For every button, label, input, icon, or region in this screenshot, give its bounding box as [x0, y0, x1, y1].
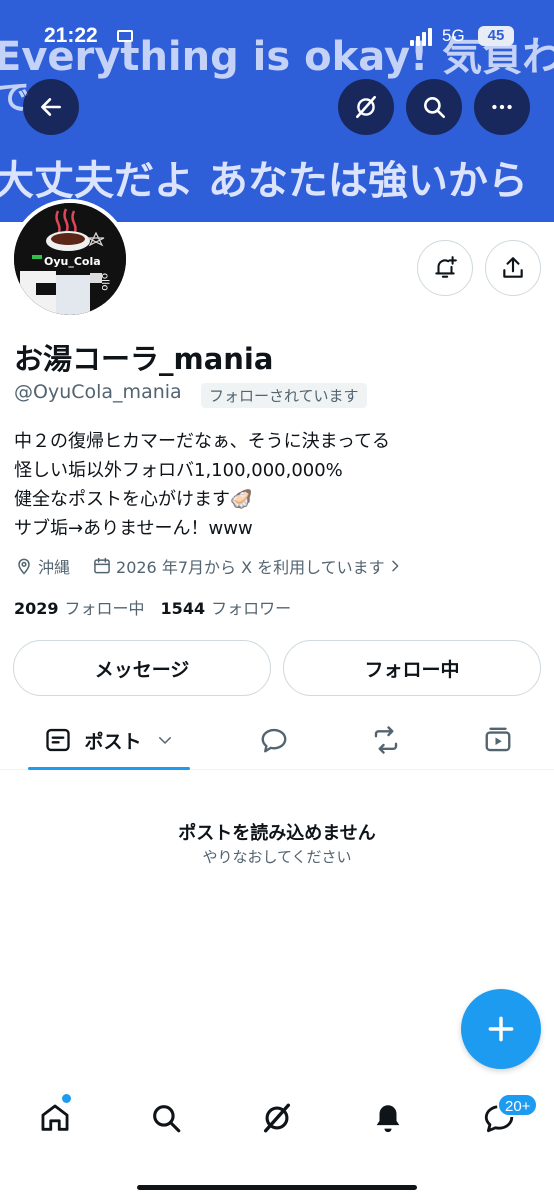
back-button[interactable]: [23, 79, 79, 135]
followers-count-link[interactable]: 1544 フォロワー: [161, 595, 292, 619]
handle: @OyuCola_mania: [14, 381, 182, 403]
empty-state-title: ポストを読み込めません: [178, 823, 376, 844]
plus-icon: [488, 1016, 514, 1042]
tab-reposts[interactable]: [360, 710, 412, 770]
bio-line: サブ垢→ありませーん！www: [14, 518, 253, 539]
profile-meta: 沖縄 2026 年7月から X を利用しています: [14, 554, 403, 578]
tab-media[interactable]: [472, 710, 524, 770]
following-count-link[interactable]: 2029 フォロー中: [14, 595, 145, 619]
status-bar: 21:22 5G 45: [0, 22, 554, 52]
banner-text-line-3: 大丈夫だよ あなたは強いから: [0, 158, 528, 204]
network-label: 5G: [442, 26, 465, 45]
bio-line: 健全なポストを心がけます🦪: [14, 489, 253, 510]
tab-replies[interactable]: [248, 710, 300, 770]
tab-posts-label: ポスト: [84, 730, 142, 753]
bio: 中２の復帰ヒカマーだなぁ、そうに決まってる 怪しい垢以外フォロバ1,100,00…: [14, 427, 390, 543]
message-button[interactable]: メッセージ: [13, 640, 271, 696]
display-name: お湯コーラ_mania: [14, 342, 274, 376]
bio-line: 中２の復帰ヒカマーだなぁ、そうに決まってる: [14, 431, 391, 452]
tab-posts[interactable]: ポスト: [28, 710, 190, 770]
avatar-side-text: ollo: [99, 273, 110, 291]
follows-you-badge: フォローされています: [201, 383, 367, 408]
more-button[interactable]: [474, 79, 530, 135]
nav-home[interactable]: [31, 1094, 79, 1142]
bell-icon: [376, 1105, 400, 1133]
bottom-nav: [0, 1078, 554, 1158]
avatar-caption: Oyu_Cola: [44, 255, 101, 268]
battery-indicator: 45: [478, 26, 514, 46]
chevron-right-icon: [391, 560, 399, 572]
status-time: 21:22: [44, 24, 98, 47]
nav-search[interactable]: [142, 1094, 190, 1142]
home-icon: [41, 1104, 69, 1131]
posts-icon: [46, 728, 71, 752]
notify-button[interactable]: [417, 240, 473, 296]
following-button[interactable]: フォロー中: [283, 640, 541, 696]
active-tab-indicator: [28, 767, 190, 770]
search-icon: [153, 1105, 181, 1133]
search-icon: [424, 97, 446, 119]
avatar-image: Oyu_Cola ollo: [14, 203, 126, 315]
joined-date[interactable]: 2026 年7月から X を利用しています: [116, 554, 385, 578]
following-count: 2029: [14, 599, 59, 618]
retry-link[interactable]: やりなおしてください: [0, 846, 554, 867]
bio-line: 怪しい垢以外フォロバ1,100,000,000%: [14, 460, 343, 481]
location-text: 沖縄: [38, 558, 71, 577]
follow-counts: 2029 フォロー中 1544 フォロワー: [14, 595, 291, 619]
nav-notifications[interactable]: [364, 1094, 412, 1142]
chevron-down-icon: [158, 737, 171, 744]
nav-grok[interactable]: [253, 1094, 301, 1142]
signal-icon: [410, 28, 436, 46]
messages-badge: 20+: [497, 1093, 539, 1117]
back-arrow-icon: [41, 98, 61, 116]
grok-icon: [356, 95, 376, 119]
search-button[interactable]: [406, 79, 462, 135]
location-pin-icon: [18, 558, 30, 575]
grok-icon: [263, 1103, 291, 1133]
repost-icon: [374, 726, 398, 754]
followers-count: 1544: [160, 599, 206, 618]
grok-button[interactable]: [338, 79, 394, 135]
more-icon: [492, 104, 512, 110]
home-unread-dot: [62, 1094, 71, 1103]
profile-tabs: ポスト: [0, 710, 554, 770]
reply-icon: [261, 728, 287, 753]
following-label: フォロー中: [64, 599, 145, 618]
bell-plus-icon: [435, 256, 457, 278]
media-icon: [485, 727, 511, 752]
followers-label: フォロワー: [211, 599, 292, 618]
avatar[interactable]: Oyu_Cola ollo: [10, 199, 130, 319]
compose-button[interactable]: [461, 989, 541, 1069]
home-indicator: [137, 1185, 417, 1190]
share-button[interactable]: [485, 240, 541, 296]
screen-mirror-icon: [117, 30, 133, 42]
calendar-icon: [94, 557, 110, 574]
share-icon: [503, 257, 523, 278]
